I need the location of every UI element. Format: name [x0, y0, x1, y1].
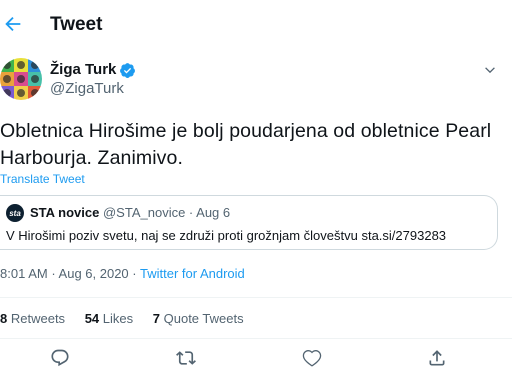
- avatar[interactable]: [0, 58, 42, 100]
- tweet-time[interactable]: 8:01 AM: [0, 266, 48, 281]
- verified-badge-icon: [120, 62, 136, 78]
- tweet-date[interactable]: Aug 6, 2020: [59, 266, 129, 281]
- tweet-stats: 8 Retweets 54 Likes 7 Quote Tweets: [0, 311, 260, 327]
- meta-separator: ·: [47, 266, 59, 281]
- header: Tweet: [0, 0, 512, 52]
- quote-author-name: STA novice: [30, 205, 100, 220]
- quote-separator: ·: [185, 205, 197, 220]
- quoted-tweet[interactable]: sta STA novice @STA_novice · Aug 6 V Hir…: [0, 195, 498, 250]
- page-title: Tweet: [50, 14, 103, 35]
- divider: [0, 338, 512, 339]
- meta-separator: ·: [128, 266, 140, 281]
- quote-author-handle: @STA_novice: [102, 205, 186, 220]
- tweet-actions: [0, 348, 512, 374]
- translate-tweet-link[interactable]: Translate Tweet: [0, 171, 85, 187]
- quote-avatar: sta: [6, 204, 24, 222]
- author-name-row[interactable]: Žiga Turk: [50, 60, 136, 80]
- chevron-down-icon[interactable]: [482, 62, 498, 78]
- tweet-meta: 8:01 AM · Aug 6, 2020 · Twitter for Andr…: [0, 266, 245, 282]
- author-handle[interactable]: @ZigaTurk: [50, 80, 124, 98]
- quote-text: V Hirošimi poziv svetu, naj se združi pr…: [6, 228, 447, 243]
- quote-tweets-stat[interactable]: 7 Quote Tweets: [153, 311, 244, 326]
- likes-stat[interactable]: 54 Likes: [85, 311, 133, 326]
- share-icon[interactable]: [427, 348, 447, 368]
- divider: [0, 297, 512, 298]
- tweet-source-link[interactable]: Twitter for Android: [140, 266, 245, 281]
- author-name[interactable]: Žiga Turk: [50, 60, 116, 80]
- quote-header: STA novice @STA_novice · Aug 6: [30, 205, 230, 221]
- reply-icon[interactable]: [50, 348, 70, 368]
- quote-date: Aug 6: [196, 205, 231, 220]
- retweets-stat[interactable]: 8 Retweets: [0, 311, 65, 326]
- retweet-icon[interactable]: [176, 348, 196, 368]
- tweet-text: Obletnica Hirošime je bolj poudarjena od…: [0, 120, 492, 169]
- avatar-image: [0, 58, 42, 100]
- like-icon[interactable]: [302, 348, 322, 368]
- arrow-left-icon[interactable]: [2, 12, 24, 36]
